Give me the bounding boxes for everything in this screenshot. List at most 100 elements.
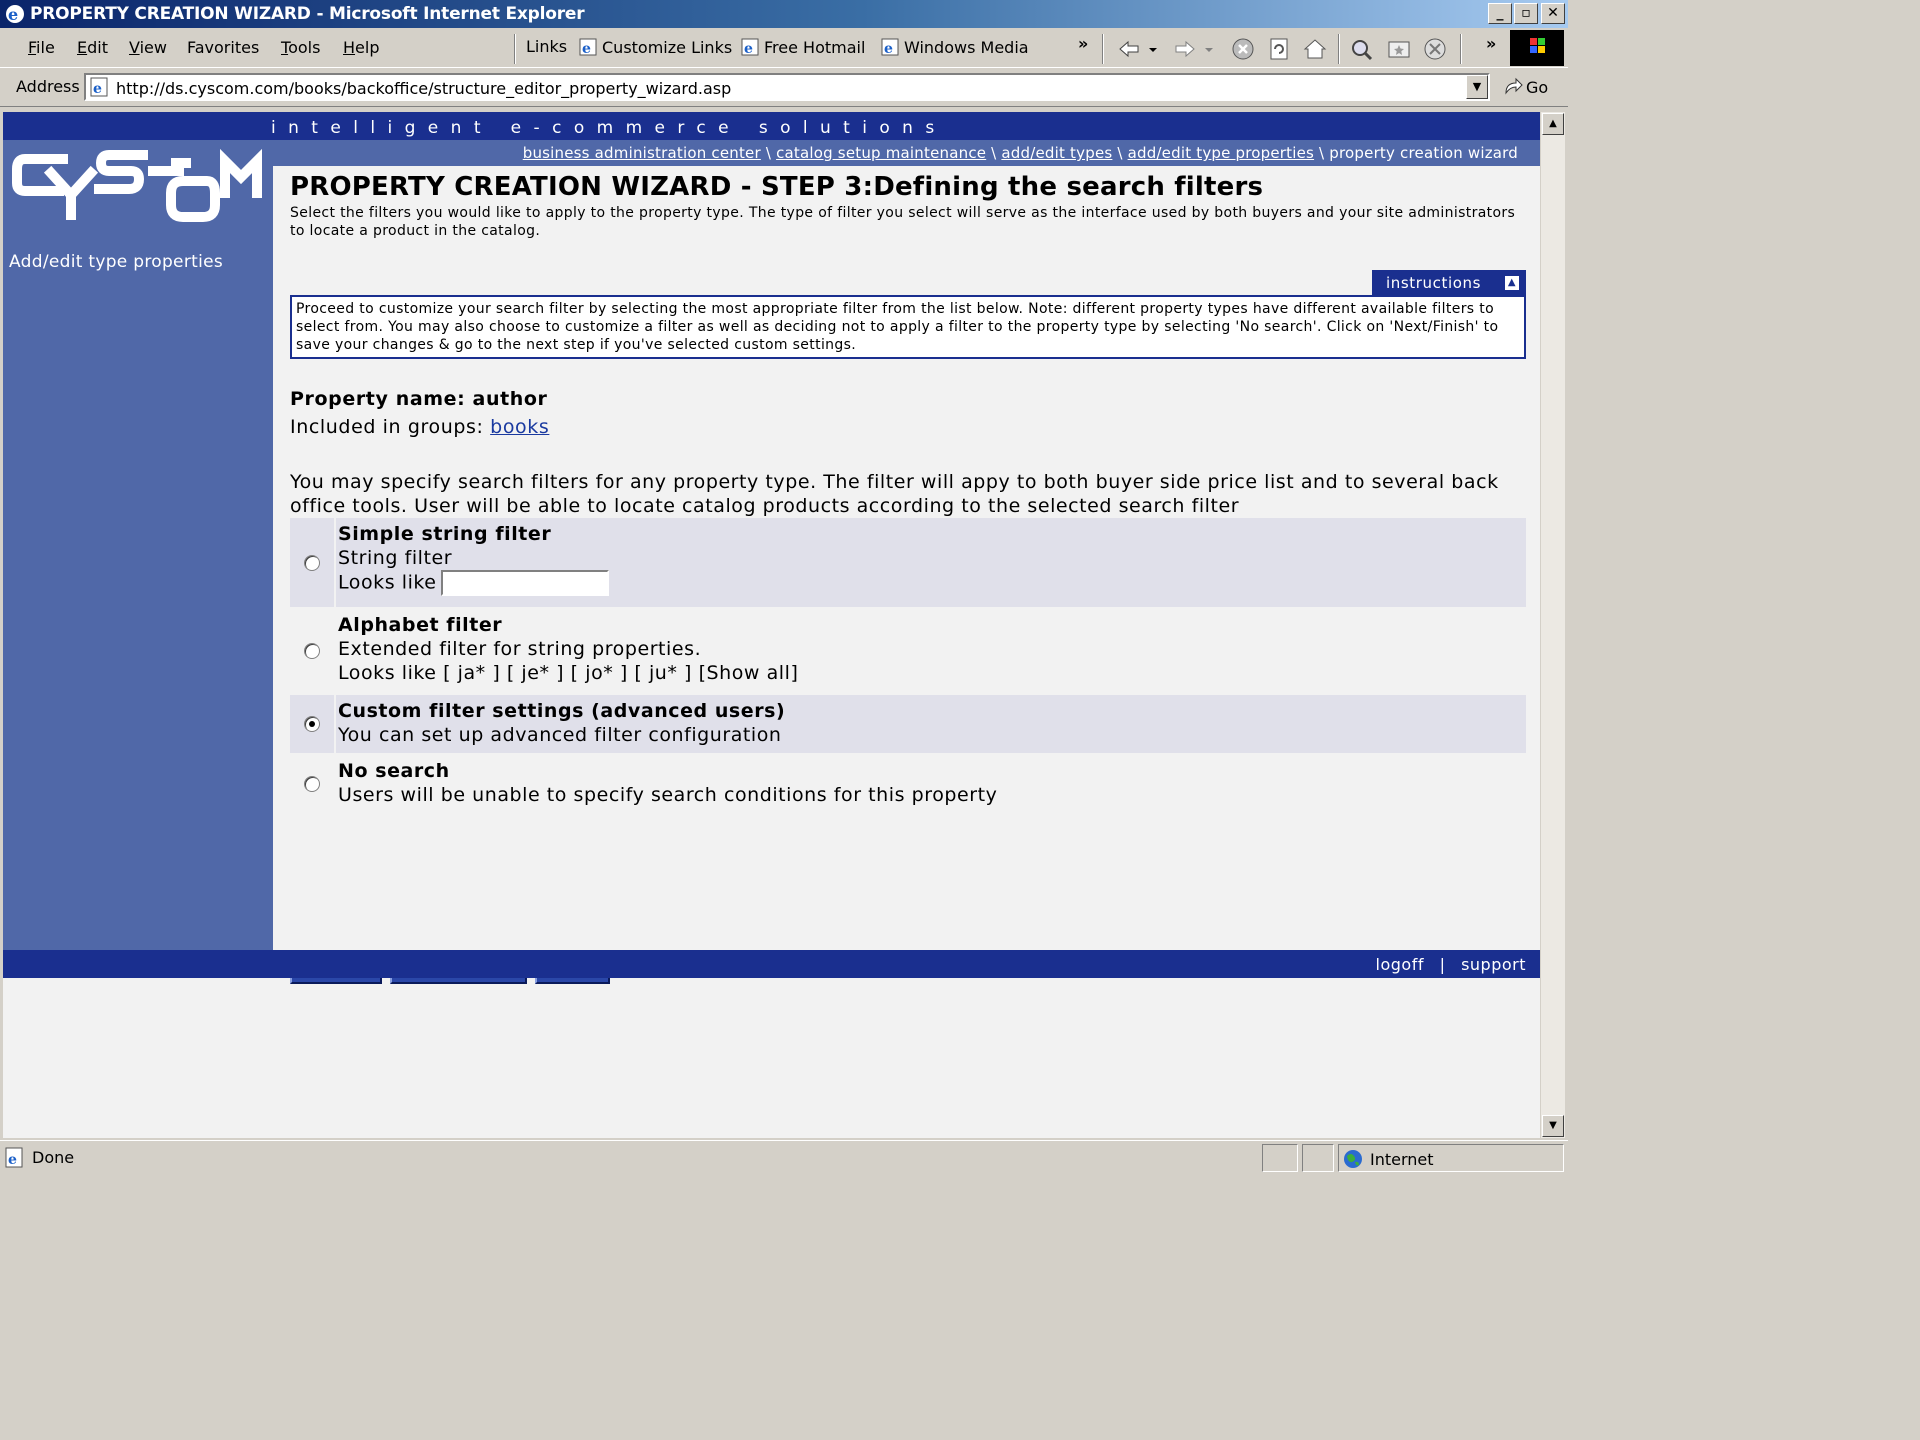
go-arrow-icon [1505,77,1523,95]
back-dropdown-icon[interactable] [1146,36,1160,62]
toolbar-chevron[interactable]: » [1486,34,1496,53]
status-bar: e Done Internet [0,1140,1568,1176]
go-button[interactable]: Go [1502,77,1548,97]
menu-bar: File Edit View Favorites Tools Help Link… [0,28,1568,68]
radio-cell [290,695,336,753]
refresh-icon[interactable] [1266,36,1292,62]
logoff-link[interactable]: logoff [1376,955,1424,974]
ie-page-icon: e [579,38,597,57]
main-content: PROPERTY CREATION WIZARD - STEP 3:Defini… [290,168,1526,984]
looks-like-input[interactable] [440,570,609,596]
sidebar: Add/edit type properties [3,140,273,950]
close-button[interactable]: ✕ [1541,3,1565,24]
menu-help[interactable]: Help [343,38,379,57]
internet-explorer-icon: e [6,5,24,24]
property-name: Property name: author [290,388,548,410]
radio-simple-string[interactable] [304,554,320,571]
links-label[interactable]: Links [526,37,567,56]
svg-text:e: e [93,81,102,97]
globe-icon [1344,1150,1362,1168]
page-icon: e [90,77,108,97]
svg-text:e: e [8,1152,17,1168]
menu-view[interactable]: View [129,38,167,57]
window-title: PROPERTY CREATION WIZARD - Microsoft Int… [30,4,585,24]
ie-page-icon: e [881,38,899,57]
option-body: Alphabet filter Extended filter for stri… [336,609,798,693]
breadcrumb-add-edit-type-properties[interactable]: add/edit type properties [1128,144,1314,162]
option-title: Simple string filter [338,523,552,545]
address-dropdown-button[interactable]: ▼ [1466,75,1488,99]
svg-text:e: e [8,5,18,24]
scroll-down-icon[interactable]: ▼ [1542,1115,1564,1137]
option-title: Alphabet filter [338,614,503,636]
footer-band: logoff | support [3,950,1540,978]
option-example: Looks like [ ja* ] [ je* ] [ jo* ] [ ju*… [338,662,799,684]
group-link-books[interactable]: books [490,416,549,438]
menu-edit[interactable]: Edit [77,38,108,57]
address-input[interactable]: e http://ds.cyscom.com/books/backoffice/… [84,73,1490,101]
looks-like-label: Looks like [338,571,437,594]
toolbar-separator [1338,34,1340,64]
stop-icon[interactable] [1230,36,1256,62]
radio-custom[interactable] [304,716,320,732]
radio-no-search[interactable] [304,776,320,792]
link-customize-links[interactable]: e Customize Links [578,37,732,57]
security-zone: Internet [1342,1148,1434,1170]
menu-favorites[interactable]: Favorites [187,38,259,57]
svg-text:e: e [884,41,893,57]
breadcrumb-add-edit-types[interactable]: add/edit types [1001,144,1112,162]
support-link[interactable]: support [1461,955,1526,974]
ie-page-icon: e [741,38,759,57]
breadcrumb-separator: \ [1314,144,1330,162]
filter-option-alphabet: Alphabet filter Extended filter for stri… [290,609,1526,695]
restore-button[interactable]: ▫ [1514,3,1538,24]
filter-option-custom: Custom filter settings (advanced users) … [290,695,1526,755]
window-title-bar: e PROPERTY CREATION WIZARD - Microsoft I… [0,0,1568,28]
collapse-icon[interactable]: ▲ [1504,275,1520,291]
media-icon[interactable] [1422,36,1448,62]
link-free-hotmail[interactable]: e Free Hotmail [740,37,865,57]
home-icon[interactable] [1302,36,1328,62]
breadcrumb-business-admin[interactable]: business administration center [523,144,761,162]
address-label: Address [16,77,80,96]
toolbar-separator [514,34,516,64]
favorites-icon[interactable] [1386,36,1412,62]
menu-tools[interactable]: Tools [281,38,320,57]
links-chevron[interactable]: » [1078,34,1088,53]
scroll-up-icon[interactable]: ▲ [1542,113,1564,135]
menu-file[interactable]: File [28,38,55,57]
vertical-scrollbar[interactable]: ▲ ▼ [1540,112,1565,1138]
link-label: Free Hotmail [764,37,866,57]
status-text: Done [32,1148,75,1167]
filter-options: Simple string filter String filter Looks… [290,518,1526,815]
radio-cell [290,755,336,813]
breadcrumb-separator: \ [760,144,777,162]
zone-label: Internet [1370,1149,1434,1169]
status-pane [1262,1144,1298,1172]
breadcrumb: business administration center \ catalog… [523,144,1518,162]
option-title: No search [338,760,450,782]
back-arrow-icon[interactable] [1116,36,1142,62]
option-subtitle: Users will be unable to specify search c… [338,784,998,806]
minimize-button[interactable]: _ [1488,3,1512,24]
page-done-icon: e [5,1147,23,1168]
windows-logo-icon [1510,30,1564,66]
breadcrumb-band: business administration center \ catalog… [273,140,1540,166]
breadcrumb-separator: \ [1112,144,1128,162]
search-icon[interactable] [1348,36,1374,62]
instructions-tab[interactable]: instructions ▲ [1372,270,1526,296]
radio-cell [290,518,336,607]
breadcrumb-catalog-setup[interactable]: catalog setup maintenance [776,144,986,162]
address-bar: Address e http://ds.cyscom.com/books/bac… [0,69,1568,107]
option-body: No search Users will be unable to specif… [336,755,997,813]
included-groups: Included in groups: books [290,416,549,438]
forward-dropdown-icon[interactable] [1202,36,1216,62]
page-description: Select the filters you would like to app… [290,205,1516,239]
toolbar-separator [1102,34,1104,64]
toolbar-separator [1460,34,1462,64]
footer-links: logoff | support [1376,955,1526,974]
instructions-box: Proceed to customize your search filter … [290,295,1526,359]
link-windows-media[interactable]: e Windows Media [880,37,1029,57]
radio-alphabet[interactable] [304,643,320,659]
forward-arrow-icon[interactable] [1172,36,1198,62]
